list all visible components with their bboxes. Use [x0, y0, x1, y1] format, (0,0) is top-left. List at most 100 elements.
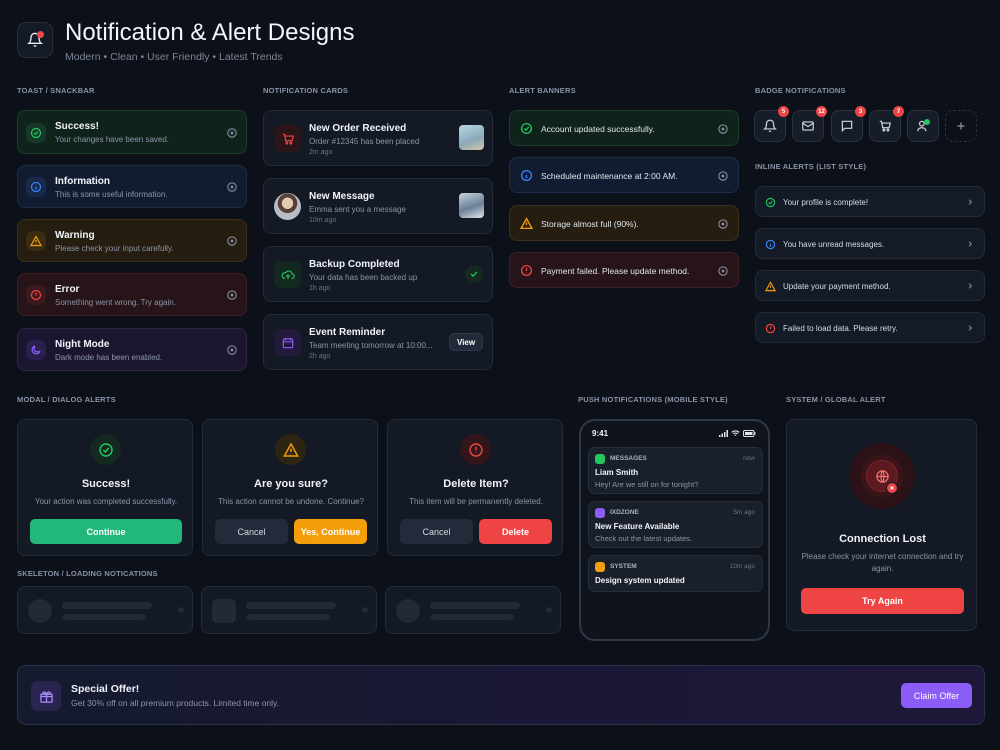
- badge-cart-button[interactable]: 7: [869, 106, 904, 142]
- cancel-button[interactable]: Cancel: [400, 519, 473, 544]
- notification-dot: [37, 31, 44, 38]
- close-icon[interactable]: [227, 290, 237, 300]
- phone-time: 9:41: [592, 429, 609, 438]
- push-notification[interactable]: IXDZONE 5m ago New Feature Available Che…: [588, 501, 763, 548]
- badge-chat-button[interactable]: 3: [831, 106, 866, 142]
- close-icon[interactable]: [718, 171, 728, 181]
- info-icon: [765, 239, 776, 250]
- modal-message: Your action was completed successfully.: [34, 497, 178, 506]
- toast-title: Information: [55, 176, 110, 187]
- close-icon[interactable]: [227, 128, 237, 138]
- close-icon[interactable]: [227, 345, 237, 355]
- error-icon: [460, 434, 491, 465]
- inline-alert-success[interactable]: Your profile is complete!: [755, 186, 985, 217]
- card-backup[interactable]: Backup Completed Your data has been back…: [263, 246, 493, 302]
- push-time: now: [743, 455, 755, 462]
- toast-title: Error: [55, 284, 80, 295]
- cart-icon: [274, 125, 301, 152]
- toast-night-mode: Night Mode Dark mode has been enabled.: [17, 328, 247, 371]
- system-alert-title: Connection Lost: [839, 533, 926, 545]
- cloud-icon: [274, 261, 301, 288]
- inline-alert-error[interactable]: Failed to load data. Please retry.: [755, 312, 985, 343]
- card-time: 1h ago: [309, 285, 331, 292]
- cancel-button[interactable]: Cancel: [215, 519, 288, 544]
- signal-icon: [719, 430, 728, 437]
- section-modal: MODAL / DIALOG ALERTS: [17, 395, 116, 404]
- toast-message: This is some useful information.: [55, 190, 168, 199]
- modal-delete: Delete Item? This item will be permanent…: [387, 419, 563, 556]
- banner-text: Account updated successfully.: [541, 124, 655, 134]
- skeleton-line: [246, 614, 330, 620]
- warning-icon: [26, 231, 46, 251]
- calendar-icon: [274, 329, 301, 356]
- push-time: 10m ago: [729, 563, 755, 570]
- page-title: Notification & Alert Designs: [65, 19, 355, 46]
- check-circle-icon: [520, 122, 533, 135]
- skeleton-line: [62, 602, 152, 609]
- toast-error: Error Something went wrong. Try again.: [17, 273, 247, 316]
- close-icon[interactable]: [718, 266, 728, 276]
- wifi-icon: [731, 430, 740, 436]
- badge-mail-button[interactable]: 12: [792, 106, 827, 142]
- modal-title: Delete Item?: [443, 478, 509, 490]
- card-new-order[interactable]: New Order Received Order #12345 has been…: [263, 110, 493, 166]
- check-icon: [465, 265, 483, 283]
- close-icon[interactable]: [227, 236, 237, 246]
- moon-icon: [26, 340, 46, 360]
- gift-icon: [31, 681, 61, 711]
- card-title: Backup Completed: [309, 259, 400, 270]
- header-bell-button[interactable]: [17, 22, 53, 58]
- skeleton-line: [430, 602, 520, 609]
- continue-button[interactable]: Continue: [30, 519, 182, 544]
- card-event-reminder[interactable]: Event Reminder Team meeting tomorrow at …: [263, 314, 493, 370]
- badge-add-button[interactable]: [945, 110, 977, 142]
- section-banners: ALERT BANNERS: [509, 86, 576, 95]
- push-notification[interactable]: SYSTEM 10m ago Design system updated: [588, 555, 763, 592]
- push-app: IXDZONE: [610, 509, 639, 516]
- skeleton-dot: [178, 607, 184, 613]
- check-circle-icon: [90, 434, 121, 465]
- system-app-icon: [595, 562, 605, 572]
- toast-title: Warning: [55, 230, 95, 241]
- delete-button[interactable]: Delete: [479, 519, 552, 544]
- chevron-right-icon: [968, 241, 973, 247]
- yes-continue-button[interactable]: Yes, Continue: [294, 519, 367, 544]
- inline-alert-info[interactable]: You have unread messages.: [755, 228, 985, 259]
- close-icon[interactable]: [718, 124, 728, 134]
- claim-offer-button[interactable]: Claim Offer: [901, 683, 972, 708]
- skeleton-line: [430, 614, 514, 620]
- badge-count: 5: [778, 106, 789, 117]
- modal-confirm: Are you sure? This action cannot be undo…: [202, 419, 378, 556]
- toast-warning: Warning Please check your input carefull…: [17, 219, 247, 262]
- skeleton-dot: [362, 607, 368, 613]
- inline-alert-text: Update your payment method.: [783, 282, 891, 291]
- card-new-message[interactable]: New Message Emma sent you a message 10m …: [263, 178, 493, 234]
- badge-count: 12: [816, 106, 827, 117]
- warning-icon: [275, 434, 306, 465]
- close-icon[interactable]: [227, 182, 237, 192]
- skeleton-line: [246, 602, 336, 609]
- status-icons: [719, 430, 756, 437]
- view-button[interactable]: View: [449, 333, 483, 351]
- card-title: Event Reminder: [309, 327, 386, 338]
- chevron-right-icon: [968, 283, 973, 289]
- badge-user-button[interactable]: [907, 110, 939, 142]
- try-again-button[interactable]: Try Again: [801, 588, 964, 614]
- offer-message: Get 30% off on all premium products. Lim…: [71, 698, 280, 708]
- card-title: New Message: [309, 191, 375, 202]
- close-icon[interactable]: [718, 219, 728, 229]
- inline-alert-text: Your profile is complete!: [783, 198, 869, 207]
- section-push: PUSH NOTIFICATIONS (MOBILE STYLE): [578, 395, 728, 404]
- warning-icon: [520, 217, 533, 230]
- skeleton-dot: [546, 607, 552, 613]
- section-toast: TOAST / SNACKBAR: [17, 86, 95, 95]
- inline-alert-warning[interactable]: Update your payment method.: [755, 270, 985, 301]
- error-icon: [765, 323, 776, 334]
- badge-count: 7: [893, 106, 904, 117]
- banner-text: Scheduled maintenance at 2:00 AM.: [541, 171, 678, 181]
- push-notification[interactable]: MESSAGES now Liam Smith Hey! Are we stil…: [588, 447, 763, 494]
- skeleton-card: [385, 586, 561, 634]
- modal-success: Success! Your action was completed succe…: [17, 419, 193, 556]
- toast-title: Success!: [55, 121, 99, 132]
- badge-bell-button[interactable]: 5: [754, 106, 789, 142]
